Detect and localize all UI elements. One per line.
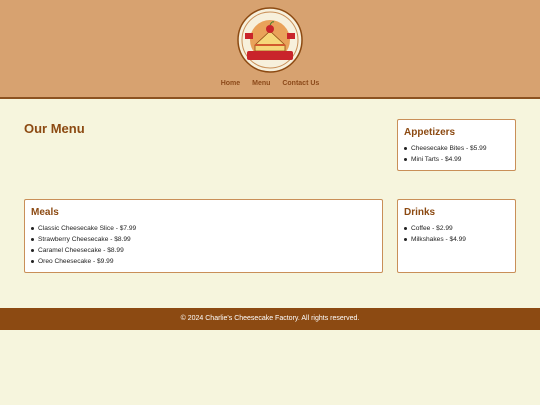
nav-contact-link[interactable]: Contact Us (282, 80, 319, 87)
menu-list: Cheesecake Bites - $5.99 Mini Tarts - $4… (404, 143, 515, 165)
card-title: Appetizers (404, 127, 456, 138)
card-title: Drinks (404, 207, 436, 218)
menu-item: Mini Tarts - $4.99 (404, 154, 515, 165)
card-title: Meals (31, 207, 59, 218)
menu-item: Caramel Cheesecake - $8.99 (31, 245, 382, 256)
site-footer: © 2024 Charlie's Cheesecake Factory. All… (0, 308, 540, 330)
page-title: Our Menu (24, 121, 85, 136)
cheesecake-logo[interactable] (237, 7, 303, 73)
menu-list: Classic Cheesecake Slice - $7.99 Strawbe… (31, 223, 382, 267)
menu-list: Coffee - $2.99 Milkshakes - $4.99 (404, 223, 515, 245)
site-header: Home Menu Contact Us (0, 0, 540, 99)
menu-card-appetizers: Appetizers Cheesecake Bites - $5.99 Mini… (397, 119, 516, 171)
menu-item: Cheesecake Bites - $5.99 (404, 143, 515, 154)
nav-menu-link[interactable]: Menu (252, 80, 270, 87)
main-nav: Home Menu Contact Us (0, 80, 540, 87)
menu-item: Classic Cheesecake Slice - $7.99 (31, 223, 382, 234)
menu-card-meals: Meals Classic Cheesecake Slice - $7.99 S… (24, 199, 383, 273)
copyright-text: © 2024 Charlie's Cheesecake Factory. All… (180, 315, 360, 322)
menu-item: Milkshakes - $4.99 (404, 234, 515, 245)
menu-item: Oreo Cheesecake - $9.99 (31, 256, 382, 267)
menu-item: Coffee - $2.99 (404, 223, 515, 234)
menu-item: Strawberry Cheesecake - $8.99 (31, 234, 382, 245)
menu-card-drinks: Drinks Coffee - $2.99 Milkshakes - $4.99 (397, 199, 516, 273)
nav-home-link[interactable]: Home (221, 80, 240, 87)
